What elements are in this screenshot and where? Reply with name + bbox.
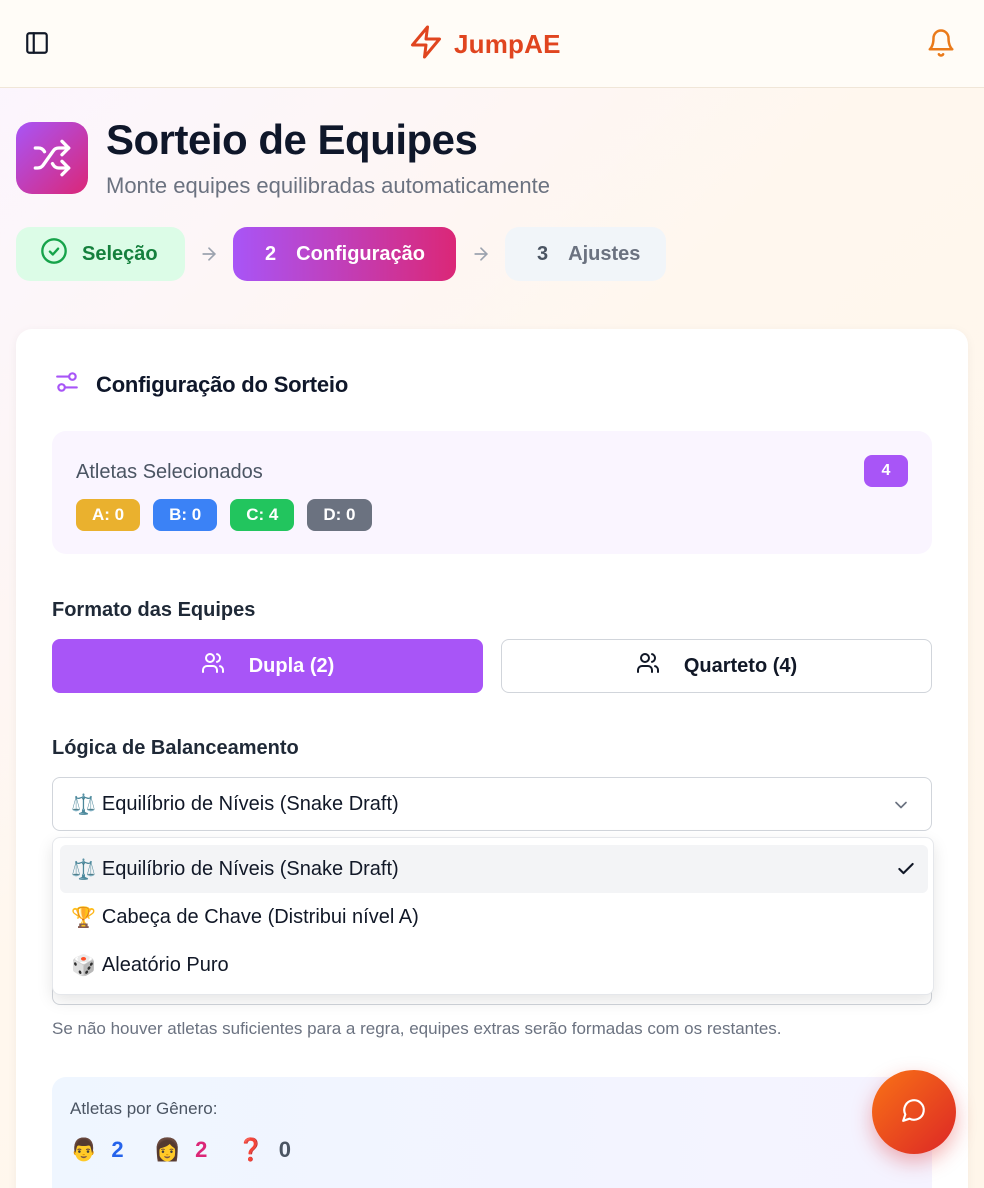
sidebar-toggle-icon[interactable] [24,30,50,56]
step-number: 3 [537,242,549,265]
selected-athletes-panel: Atletas Selecionados 4 A: 0 B: 0 C: 4 D:… [52,431,932,554]
step-label: Ajustes [568,242,641,265]
app-name: JumpAE [454,28,561,59]
shuffle-header-icon [16,122,88,194]
level-badge-d: D: 0 [307,499,372,531]
selected-count-badge: 4 [864,455,908,487]
dice-icon: 🎲 [71,954,96,977]
man-icon: 👨 [70,1137,98,1162]
gender-panel: Atletas por Gênero: 👨 2 👩 2 ❓ 0 [52,1077,932,1188]
level-badge-c: C: 4 [230,499,295,531]
scale-icon: ⚖️ [71,858,96,881]
logic-section-label: Lógica de Balanceamento [52,737,299,759]
notification-bell-icon[interactable] [926,28,956,58]
option-label: Cabeça de Chave (Distribui nível A) [101,905,419,928]
step-ajustes[interactable]: 3 Ajustes [505,227,666,281]
format-dupla-button[interactable]: Dupla (2) [52,639,483,693]
format-section-label: Formato das Equipes [52,599,256,621]
gender-count: 0 [278,1137,291,1162]
gender-label: Atletas por Gênero: [70,1099,218,1118]
level-badge-b: B: 0 [153,499,218,531]
page-title: Sorteio de Equipes [106,116,478,163]
option-label: Equilíbrio de Níveis (Snake Draft) [101,857,399,880]
level-badge-a: A: 0 [76,499,141,531]
scale-icon: ⚖️ [71,793,96,816]
chevron-down-icon [891,795,911,821]
top-bar: JumpAE [0,0,984,88]
option-snake-draft[interactable]: ⚖️ Equilíbrio de Níveis (Snake Draft) [60,845,928,893]
option-cabeca-de-chave[interactable]: 🏆 Cabeça de Chave (Distribui nível A) [60,893,928,941]
check-circle-icon [40,237,68,271]
gender-male: 👨 2 [70,1137,124,1163]
step-selecao[interactable]: Seleção [16,227,185,281]
chat-button[interactable] [872,1070,956,1154]
step-number: 2 [265,242,277,265]
selected-athletes-label: Atletas Selecionados [76,461,263,483]
step-label: Seleção [82,242,158,265]
gender-counts: 👨 2 👩 2 ❓ 0 [70,1137,321,1163]
arrow-right-icon [199,244,219,264]
zap-logo-icon [408,24,444,65]
option-label: Aleatório Puro [101,953,229,976]
select-value: Equilíbrio de Níveis (Snake Draft) [101,792,399,815]
question-icon: ❓ [237,1137,265,1162]
step-configuracao[interactable]: 2 Configuração [233,227,456,281]
gender-count: 2 [195,1137,208,1162]
users-icon [636,651,684,681]
format-quarteto-button[interactable]: Quarteto (4) [501,639,932,693]
gender-female: 👩 2 [154,1137,208,1163]
check-icon [896,859,916,885]
page-subtitle: Monte equipes equilibradas automaticamen… [106,173,550,198]
balance-logic-dropdown: ⚖️ Equilíbrio de Níveis (Snake Draft) 🏆 … [52,837,934,995]
sliders-icon [54,369,80,400]
config-card: Configuração do Sorteio Atletas Selecion… [16,329,968,1188]
woman-icon: 👩 [153,1137,182,1162]
trophy-icon: 🏆 [71,906,96,929]
format-label: Quarteto (4) [683,654,798,677]
level-badges: A: 0 B: 0 C: 4 D: 0 [76,499,372,531]
arrow-right-icon [471,244,491,264]
gender-unknown: ❓ 0 [237,1137,291,1163]
card-title: Configuração do Sorteio [96,371,349,397]
step-label: Configuração [296,242,426,265]
message-circle-icon [901,1097,927,1128]
option-aleatorio[interactable]: 🎲 Aleatório Puro [60,941,928,989]
users-icon [201,651,249,681]
helper-text: Se não houver atletas suficientes para a… [52,1019,782,1038]
balance-logic-select[interactable]: ⚖️ Equilíbrio de Níveis (Snake Draft) [52,777,932,831]
format-label: Dupla (2) [248,654,335,677]
gender-count: 2 [111,1137,124,1162]
brand[interactable]: JumpAE [408,24,561,64]
card-header: Configuração do Sorteio [54,369,348,400]
